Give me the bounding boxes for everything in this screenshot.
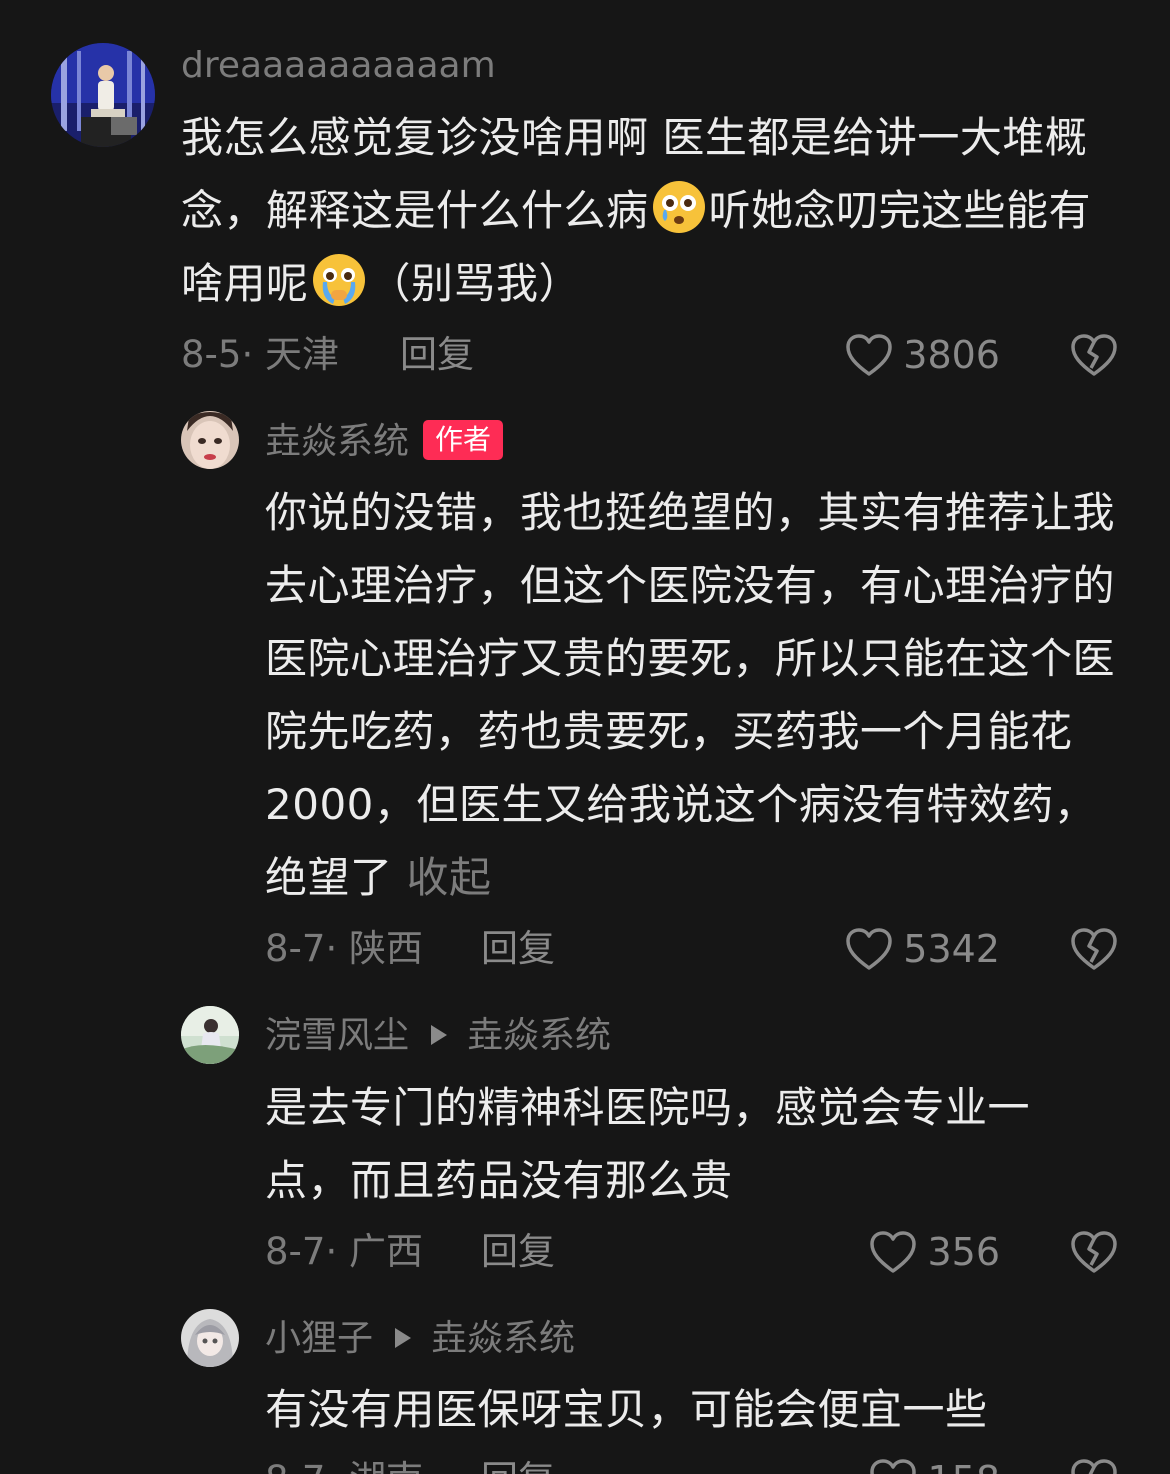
comment-location: 陕西 bbox=[348, 927, 423, 970]
pleading-face-emoji-icon bbox=[311, 252, 367, 308]
comment-date: 8-7 bbox=[265, 927, 326, 970]
reply-button[interactable]: 回复 bbox=[481, 1230, 555, 1274]
like-count: 158 bbox=[927, 1458, 1000, 1474]
broken-heart-icon bbox=[1071, 928, 1117, 970]
comment-text: 我怎么感觉复诊没啥用啊 医生都是给讲一大堆概念，解释这是什么什么病 听她念叨完这些… bbox=[181, 101, 1131, 320]
heart-icon bbox=[846, 928, 893, 970]
reply-button[interactable]: 回复 bbox=[481, 927, 555, 971]
broken-heart-icon bbox=[1071, 1459, 1117, 1474]
comment-item: 垚焱系统 作者 你说的没错，我也挺绝望的，其实有推荐让我去心理治疗，但这个医院没有… bbox=[0, 400, 1170, 1000]
username: 小狸子 垚焱系统 bbox=[265, 1317, 575, 1361]
like-button[interactable]: 356 bbox=[869, 1230, 1000, 1274]
like-button[interactable]: 158 bbox=[869, 1458, 1000, 1474]
username: 浣雪风尘 垚焱系统 bbox=[265, 1014, 611, 1058]
comment-date: 8-7 bbox=[265, 1230, 326, 1273]
heart-icon bbox=[846, 334, 893, 376]
username-text[interactable]: 垚焱系统 bbox=[265, 421, 409, 462]
reply-button[interactable]: 回复 bbox=[400, 333, 474, 377]
broken-heart-icon bbox=[1071, 1231, 1117, 1273]
comment-item: dreaaaaaaaaaam 我怎么感觉复诊没啥用啊 医生都是给讲一大堆概念，解… bbox=[0, 0, 1170, 400]
avatar[interactable] bbox=[181, 411, 239, 469]
comment-item: 浣雪风尘 垚焱系统 是去专门的精神科医院吗，感觉会专业一点，而且药品没有那么贵 8… bbox=[0, 1000, 1170, 1300]
like-button[interactable]: 5342 bbox=[845, 927, 1000, 971]
comment-meta: 8-7· 广西 bbox=[265, 1230, 423, 1273]
username: 垚焱系统 作者 bbox=[265, 420, 504, 464]
comment-text: 有没有用医保呀宝贝，可能会便宜一些 bbox=[265, 1385, 988, 1434]
dislike-button[interactable] bbox=[1070, 333, 1118, 377]
heart-icon bbox=[870, 1459, 917, 1474]
comment-meta: 8-7· 湖南 bbox=[265, 1458, 423, 1474]
comment-text: 是去专门的精神科医院吗，感觉会专业一点，而且药品没有那么贵 bbox=[265, 1083, 1031, 1205]
dislike-button[interactable] bbox=[1070, 1458, 1118, 1474]
username-text[interactable]: 小狸子 bbox=[265, 1318, 373, 1359]
comment-text-part: （别骂我） bbox=[368, 259, 582, 308]
comment-text-body: 你说的没错，我也挺绝望的，其实有推荐让我去心理治疗，但这个医院没有，有心理治疗的… bbox=[265, 488, 1116, 902]
comment-date: 8-7 bbox=[265, 1458, 325, 1474]
like-count: 3806 bbox=[903, 333, 1000, 377]
broken-heart-icon bbox=[1071, 334, 1117, 376]
comment-item: 小狸子 垚焱系统 有没有用医保呀宝贝，可能会便宜一些 8-7· 湖南 回复 158 bbox=[0, 1300, 1170, 1474]
play-arrow-icon bbox=[431, 1025, 448, 1045]
comment-meta: 8-5· 天津 bbox=[181, 333, 339, 376]
comment-meta: 8-7· 陕西 bbox=[265, 927, 423, 970]
username-text[interactable]: 浣雪风尘 bbox=[265, 1015, 409, 1056]
reply-to-username[interactable]: 垚焱系统 bbox=[467, 1015, 611, 1056]
comment-text: 你说的没错，我也挺绝望的，其实有推荐让我去心理治疗，但这个医院没有，有心理治疗的… bbox=[265, 476, 1127, 914]
comment-location: 湖南 bbox=[349, 1458, 423, 1474]
avatar[interactable] bbox=[181, 1309, 239, 1367]
play-arrow-icon bbox=[395, 1328, 412, 1348]
author-badge: 作者 bbox=[423, 420, 504, 460]
avatar[interactable] bbox=[51, 43, 155, 147]
like-count: 5342 bbox=[903, 927, 1000, 971]
dislike-button[interactable] bbox=[1070, 1230, 1118, 1274]
comment-date: 8-5 bbox=[181, 333, 242, 376]
comment-location: 广西 bbox=[348, 1230, 423, 1273]
flushed-face-emoji-icon bbox=[651, 179, 707, 235]
like-count: 356 bbox=[927, 1230, 1000, 1274]
reply-to-username[interactable]: 垚焱系统 bbox=[431, 1318, 575, 1359]
reply-button[interactable]: 回复 bbox=[481, 1458, 555, 1474]
like-button[interactable]: 3806 bbox=[845, 333, 1000, 377]
avatar[interactable] bbox=[181, 1006, 239, 1064]
dislike-button[interactable] bbox=[1070, 927, 1118, 971]
username[interactable]: dreaaaaaaaaaam bbox=[181, 44, 496, 88]
comment-location: 天津 bbox=[264, 333, 339, 376]
collapse-button[interactable]: 收起 bbox=[407, 853, 492, 902]
heart-icon bbox=[870, 1231, 917, 1273]
